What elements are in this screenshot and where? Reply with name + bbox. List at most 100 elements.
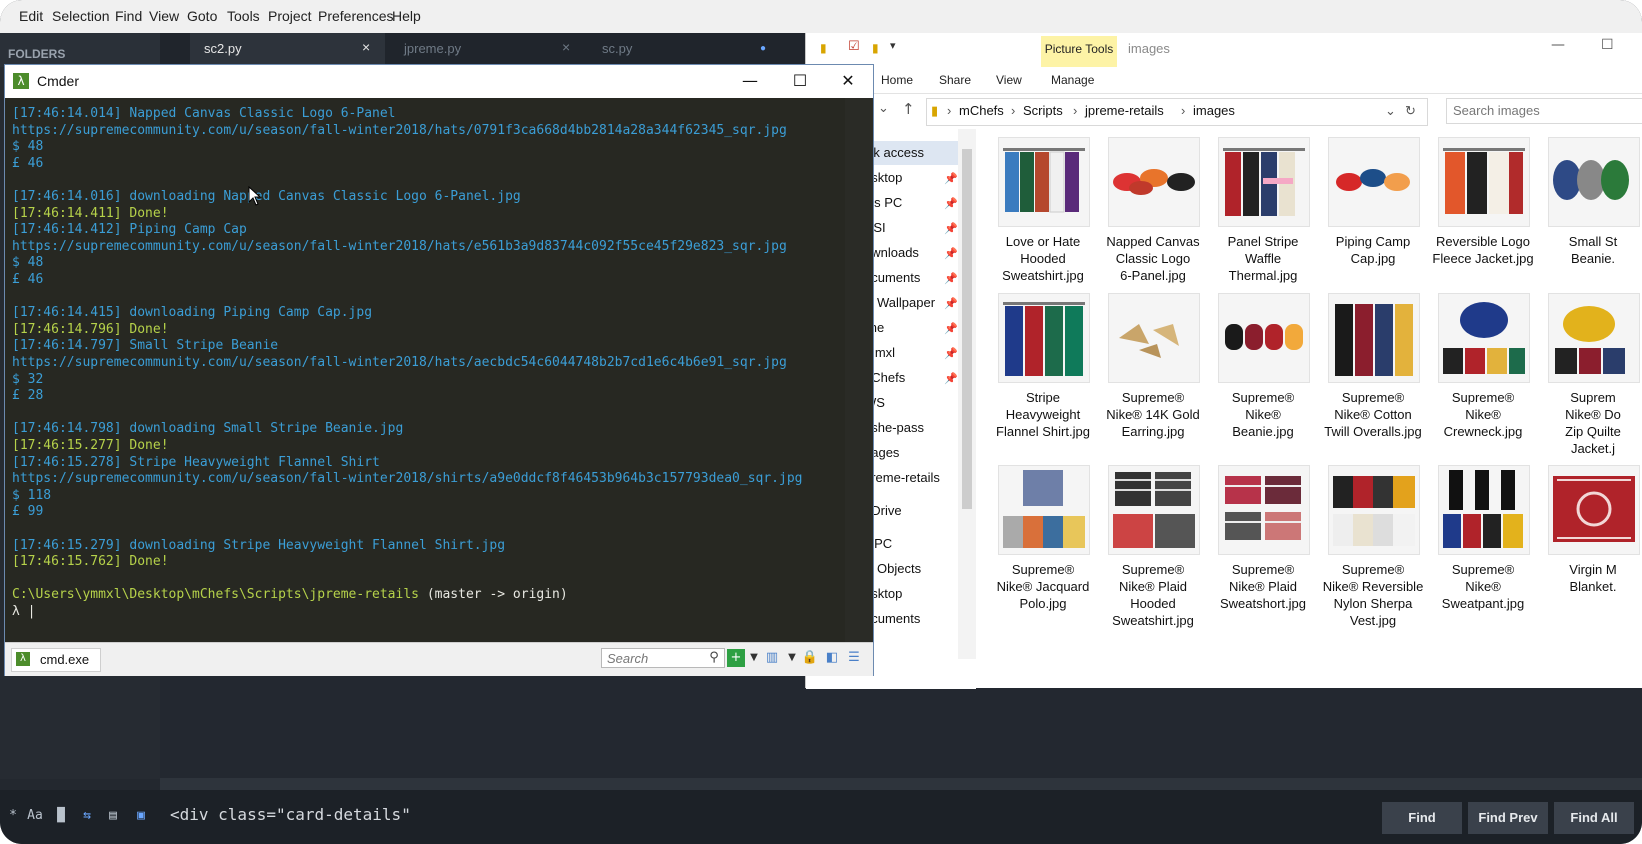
menu-tools[interactable]: Tools — [227, 8, 260, 24]
find-prev-button[interactable]: Find Prev — [1468, 802, 1548, 834]
menu-icon[interactable]: ☰ — [845, 649, 863, 667]
console-line: [17:46:14.798] downloading Small Stripe … — [12, 421, 404, 437]
console-output[interactable]: [17:46:14.014] Napped Canvas Classic Log… — [5, 98, 841, 642]
console-line: [17:46:14.415] downloading Piping Camp C… — [12, 305, 373, 321]
prompt-input[interactable]: λ | — [12, 604, 35, 619]
thumbnail — [1328, 137, 1420, 227]
search-input[interactable]: Search images — [1446, 98, 1642, 124]
minimize-icon[interactable]: — — [735, 69, 765, 93]
close-icon[interactable]: × — [562, 39, 570, 55]
ribbon-tab-share[interactable]: Share — [939, 73, 971, 87]
menu-find[interactable]: Find — [115, 8, 142, 24]
case-toggle-icon[interactable]: Aa — [24, 806, 46, 826]
console-tab[interactable]: λ cmd.exe — [11, 648, 101, 672]
nav-scrollbar[interactable] — [958, 129, 976, 659]
console-scrollbar[interactable] — [845, 98, 873, 642]
breadcrumb[interactable]: ▮ › mChefs › Scripts › jpreme-retails › … — [926, 98, 1428, 126]
cmder-titlebar: λ Cmder — ☐ ✕ — [5, 65, 873, 98]
up-arrow-icon[interactable]: ↑ — [902, 100, 915, 118]
tab-sc[interactable]: sc.py ● — [588, 33, 783, 67]
minimize-icon[interactable]: — — [1551, 37, 1565, 53]
tab-jpreme[interactable]: jpreme.py × — [390, 33, 585, 67]
pin-icon[interactable]: 📌 — [944, 172, 958, 185]
pin-icon[interactable]: 📌 — [944, 372, 958, 385]
console-line: https://supremecommunity.com/u/season/fa… — [12, 122, 787, 138]
dirty-dot-icon[interactable]: ● — [760, 43, 766, 54]
in-selection-toggle-icon[interactable]: ▤ — [102, 806, 124, 826]
horizontal-scrollbar[interactable] — [160, 778, 1642, 790]
ribbon-tab-view[interactable]: View — [996, 73, 1022, 87]
pin-icon[interactable]: 📌 — [944, 222, 958, 235]
dropdown-icon[interactable]: ⌄ — [1385, 99, 1396, 123]
ribbon-tab-home[interactable]: Home — [881, 73, 913, 87]
console-line: https://supremecommunity.com/u/season/fa… — [12, 355, 787, 370]
mouse-cursor-icon — [248, 186, 262, 206]
ribbon-tab-manage[interactable]: Manage — [1051, 73, 1094, 87]
maximize-icon[interactable]: ☐ — [785, 69, 815, 93]
menu-project[interactable]: Project — [268, 8, 312, 24]
search-icon[interactable]: ⚲ — [705, 649, 723, 667]
chevron-down-icon[interactable]: ▼ — [745, 649, 763, 667]
chevron-right-icon: › — [1073, 103, 1078, 118]
close-icon[interactable]: ✕ — [833, 69, 863, 93]
maximize-icon[interactable]: ☐ — [1601, 37, 1614, 53]
scroll-thumb[interactable] — [962, 149, 972, 509]
pin-icon[interactable]: 📌 — [944, 272, 958, 285]
customize-toolbar-icon[interactable]: ▾ — [890, 39, 896, 52]
pin-icon[interactable]: 📌 — [944, 322, 958, 335]
pin-icon[interactable]: 📌 — [944, 347, 958, 360]
file-name: Supreme® Nike® Jacquard Polo.jpg — [996, 562, 1090, 611]
properties-icon[interactable]: ☑ — [848, 39, 860, 54]
new-console-icon[interactable]: + — [727, 649, 745, 667]
console-line: $ 48 — [12, 255, 44, 271]
crumb-jpreme-retails[interactable]: jpreme-retails — [1085, 99, 1164, 123]
crumb-mchefs[interactable]: mChefs — [959, 99, 1004, 123]
file-name: Napped Canvas Classic Logo 6-Panel.jpg — [1106, 234, 1200, 283]
tab-label: jpreme.py — [404, 41, 462, 56]
find-all-button[interactable]: Find All — [1554, 802, 1634, 834]
thumbnail — [1328, 465, 1420, 555]
refresh-icon[interactable]: ↻ — [1405, 99, 1416, 123]
new-folder-icon[interactable]: ▮ — [872, 41, 879, 55]
lock-icon[interactable]: 🔒 — [801, 649, 819, 667]
menu-goto[interactable]: Goto — [187, 8, 217, 24]
crumb-scripts[interactable]: Scripts — [1023, 99, 1063, 123]
pin-icon[interactable]: 📌 — [944, 297, 958, 310]
split-icon[interactable]: ◧ — [823, 649, 841, 667]
whole-word-toggle-icon[interactable]: ▐▌ — [50, 806, 72, 826]
pin-icon[interactable]: 📌 — [944, 247, 958, 260]
file-name: Panel Stripe Waffle Thermal.jpg — [1227, 234, 1299, 283]
file-name: Virgin M Blanket. — [1569, 562, 1617, 594]
console-line: [17:46:14.797] Small Stripe Beanie — [12, 338, 279, 354]
layout-icon[interactable]: ▥ — [763, 649, 781, 667]
chevron-right-icon: › — [1181, 103, 1186, 118]
crumb-images[interactable]: images — [1193, 99, 1235, 123]
regex-toggle-icon[interactable]: * — [2, 806, 24, 826]
console-line: [17:46:15.277] Done! — [12, 438, 169, 453]
folder-icon: ▮ — [931, 103, 939, 118]
nav-item[interactable]: preme-retails — [864, 470, 940, 485]
menu-view[interactable]: View — [149, 8, 179, 24]
pin-icon[interactable]: 📌 — [944, 197, 958, 210]
menu-preferences[interactable]: Preferences — [318, 8, 393, 24]
highlight-toggle-icon[interactable]: ▣ — [130, 806, 152, 826]
lambda-icon: λ — [16, 652, 30, 666]
menu-selection[interactable]: Selection — [52, 8, 110, 24]
find-input[interactable]: <div class="card-details" — [160, 798, 1370, 832]
chevron-down-icon[interactable]: ▼ — [783, 649, 801, 667]
find-button[interactable]: Find — [1382, 802, 1462, 834]
cmder-window: λ Cmder — ☐ ✕ [17:46:14.014] Napped Canv… — [4, 64, 874, 676]
nav-item[interactable]: ly Wallpaper — [864, 295, 935, 310]
chevron-down-icon[interactable]: ⌄ — [878, 101, 889, 116]
thumbnail — [1218, 465, 1310, 555]
chevron-right-icon: › — [1011, 103, 1016, 118]
close-icon[interactable]: × — [362, 39, 370, 55]
chevron-right-icon: › — [947, 103, 952, 118]
console-line: [17:46:15.278] Stripe Heavyweight Flanne… — [12, 454, 380, 470]
menu-help[interactable]: Help — [392, 8, 421, 24]
thumbnail — [998, 137, 1090, 227]
wrap-toggle-icon[interactable]: ⇆ — [76, 806, 98, 826]
tab-sc2[interactable]: sc2.py × — [190, 33, 385, 67]
console-line: £ 28 — [12, 388, 44, 404]
menu-edit[interactable]: Edit — [19, 8, 43, 24]
